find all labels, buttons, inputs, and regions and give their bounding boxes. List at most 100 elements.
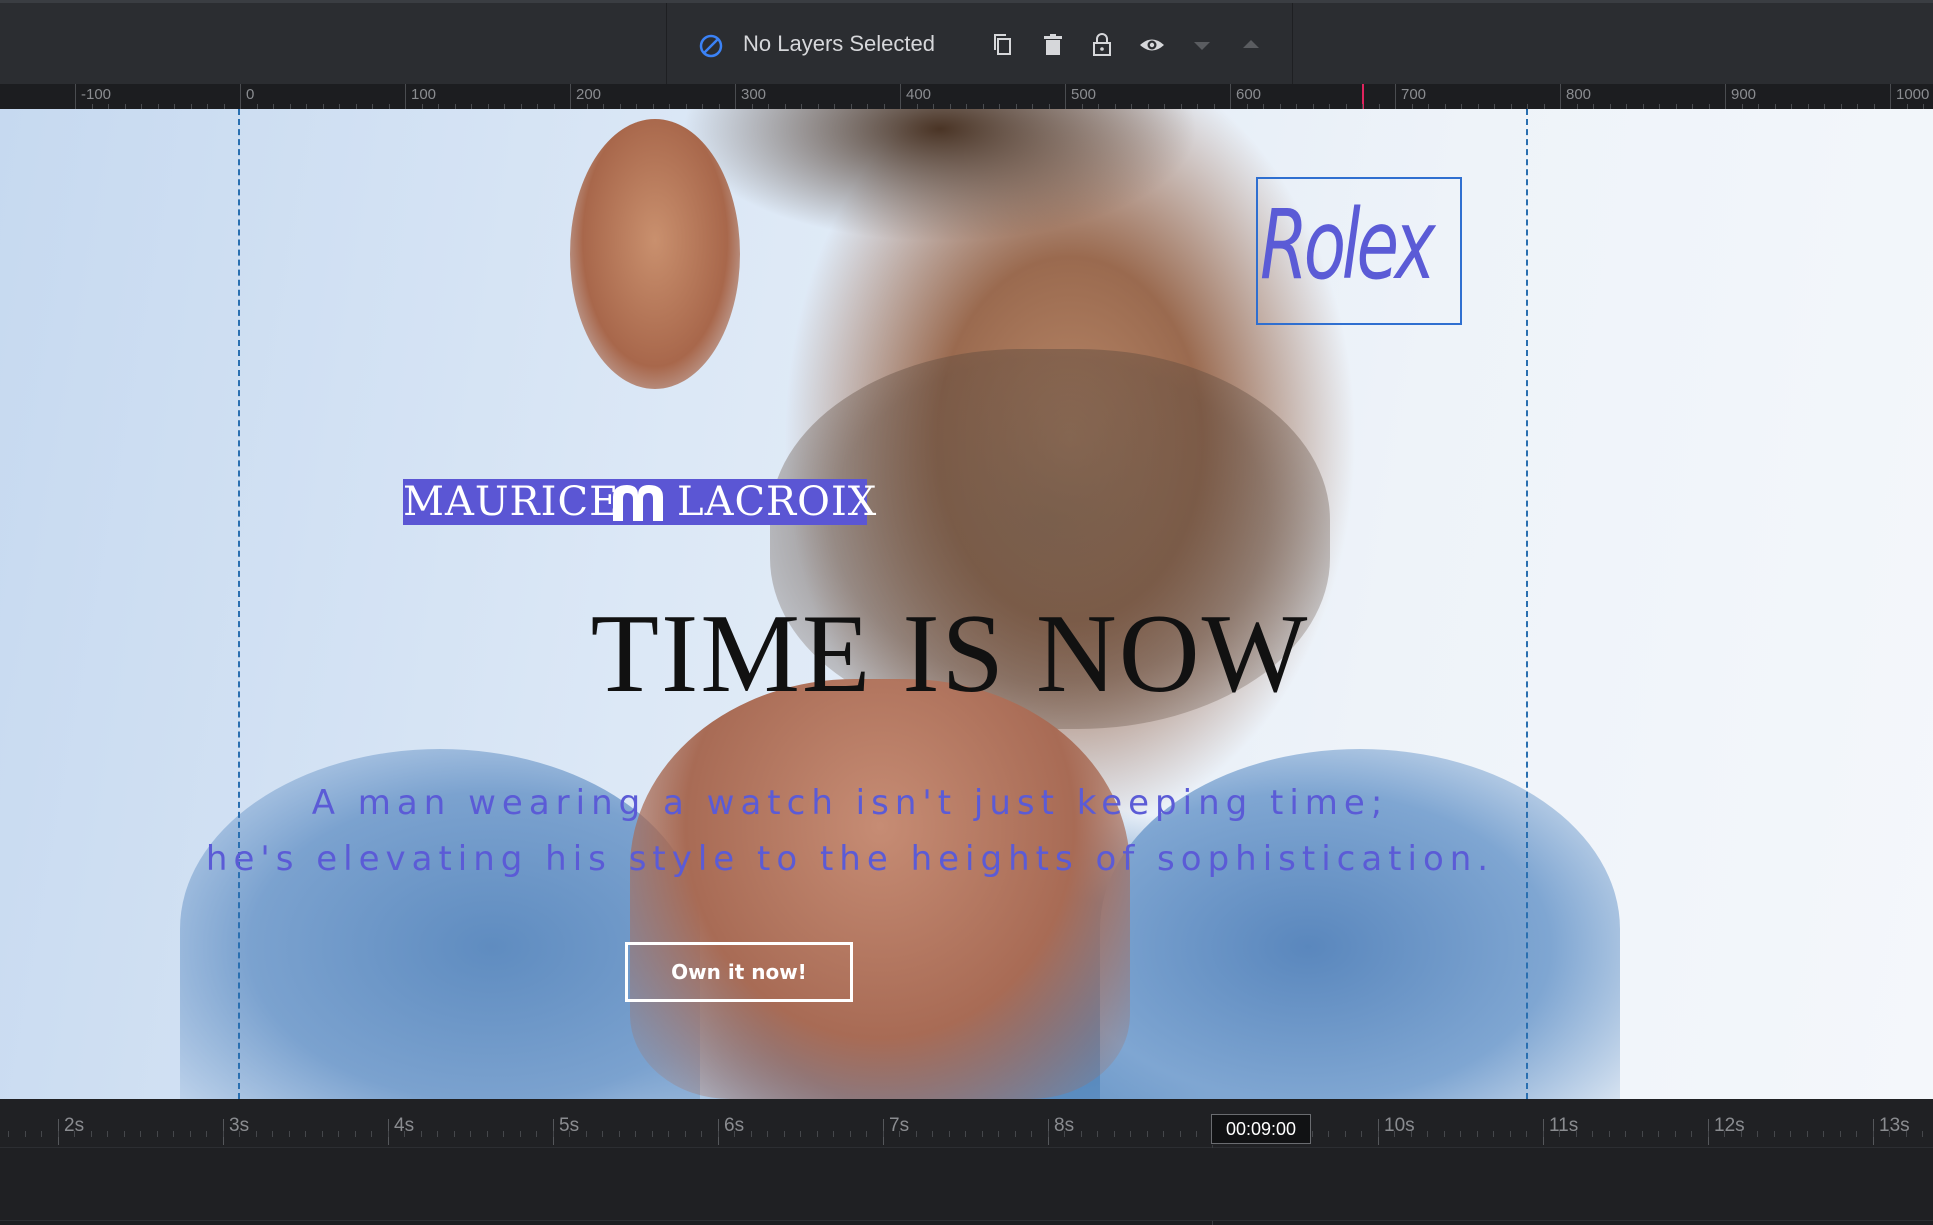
timeline-minor-tick bbox=[140, 1131, 141, 1137]
move-down-button[interactable] bbox=[1187, 30, 1217, 60]
timeline-minor-tick bbox=[1691, 1131, 1692, 1137]
timeline-minor-tick bbox=[585, 1131, 587, 1137]
timeline-minor-tick bbox=[899, 1131, 900, 1137]
maurice-lacroix-m-icon bbox=[613, 485, 663, 521]
lock-button[interactable] bbox=[1087, 30, 1117, 60]
timeline-minor-tick bbox=[1476, 1131, 1478, 1137]
timeline-minor-tick bbox=[321, 1131, 323, 1137]
timeline-minor-tick bbox=[965, 1131, 966, 1137]
timeline-minor-tick bbox=[833, 1131, 834, 1137]
timeline-minor-tick bbox=[651, 1131, 653, 1137]
timeline-minor-tick bbox=[107, 1131, 108, 1137]
timeline-minor-tick bbox=[1361, 1131, 1362, 1137]
timeline-minor-tick bbox=[701, 1131, 702, 1137]
lock-icon bbox=[1093, 33, 1111, 56]
ruler-major-tick bbox=[900, 84, 901, 109]
timeline-minor-tick bbox=[1179, 1131, 1181, 1137]
right-content-guide[interactable] bbox=[1526, 109, 1528, 1099]
timeline-minor-tick bbox=[635, 1131, 636, 1137]
timeline-minor-tick bbox=[915, 1131, 917, 1137]
timeline-minor-tick bbox=[684, 1131, 686, 1137]
move-up-button[interactable] bbox=[1236, 30, 1266, 60]
timeline-minor-tick bbox=[1113, 1131, 1115, 1137]
timeline-minor-tick bbox=[1394, 1131, 1395, 1137]
rolex-text-layer[interactable]: Rolex bbox=[1256, 177, 1462, 325]
logo-text-left: MAURICE bbox=[403, 479, 620, 525]
timeline-minor-tick bbox=[1460, 1131, 1461, 1137]
timeline-minor-tick bbox=[1658, 1131, 1659, 1137]
ruler-major-tick bbox=[1890, 84, 1891, 109]
ruler-label: 1000 bbox=[1896, 86, 1930, 103]
timeline-minor-tick bbox=[255, 1131, 257, 1137]
timeline-minor-tick bbox=[1757, 1131, 1758, 1137]
timeline-minor-tick bbox=[1839, 1131, 1841, 1137]
playhead-time[interactable]: 00:09:00 bbox=[1211, 1114, 1311, 1144]
timeline-label: 11s bbox=[1549, 1115, 1579, 1136]
slide-canvas[interactable]: Rolex MAURICE LACROIX TIME IS NOW A man … bbox=[0, 109, 1933, 1099]
background-photo-hand bbox=[630, 679, 1130, 1099]
timeline-minor-tick bbox=[387, 1131, 389, 1137]
maurice-lacroix-logo-layer[interactable]: MAURICE LACROIX bbox=[403, 479, 876, 525]
ruler-label: 700 bbox=[1401, 86, 1427, 103]
timeline-minor-tick bbox=[222, 1131, 224, 1137]
timeline-minor-tick bbox=[866, 1131, 867, 1137]
timeline-minor-tick bbox=[420, 1131, 422, 1137]
ruler-label: 100 bbox=[411, 86, 437, 103]
timeline-minor-tick bbox=[1311, 1131, 1313, 1137]
subtitle-text-layer[interactable]: A man wearing a watch isn't just keeping… bbox=[190, 775, 1510, 887]
timeline-minor-tick bbox=[981, 1131, 983, 1137]
timeline-minor-tick bbox=[288, 1131, 290, 1137]
timeline-panel: 2s 3s 4s 5s 6s 7s 8s 10s 11s 12s 13s 00:09:00 bbox=[0, 1099, 1933, 1225]
timeline-minor-tick bbox=[734, 1131, 735, 1137]
subtitle-line-2: he's elevating his style to the heights … bbox=[205, 839, 1495, 879]
timeline-minor-tick bbox=[1196, 1131, 1197, 1137]
ruler-major-tick bbox=[405, 84, 406, 109]
timeline-ruler[interactable]: 2s 3s 4s 5s 6s 7s 8s 10s 11s 12s 13s bbox=[0, 1099, 1933, 1148]
top-toolbar: No Layers Selected bbox=[0, 0, 1933, 87]
left-content-guide[interactable] bbox=[238, 109, 240, 1099]
timeline-track[interactable] bbox=[0, 1148, 1933, 1221]
duplicate-button[interactable] bbox=[988, 30, 1018, 60]
timeline-minor-tick bbox=[552, 1131, 554, 1137]
background-photo-ear bbox=[570, 119, 740, 389]
timeline-minor-tick bbox=[239, 1131, 240, 1137]
timeline-minor-tick bbox=[932, 1131, 933, 1137]
timeline-minor-tick bbox=[800, 1131, 801, 1137]
timeline-minor-tick bbox=[998, 1131, 999, 1137]
ruler-major-tick bbox=[735, 84, 736, 109]
timeline-minor-tick bbox=[1014, 1131, 1016, 1137]
timeline-minor-tick bbox=[1493, 1131, 1494, 1137]
timeline-minor-tick bbox=[1922, 1131, 1923, 1137]
timeline-minor-tick bbox=[57, 1131, 59, 1137]
timeline-minor-tick bbox=[1097, 1131, 1098, 1137]
ruler-major-tick bbox=[75, 84, 76, 109]
ruler-label: 800 bbox=[1566, 86, 1592, 103]
timeline-minor-tick bbox=[849, 1131, 851, 1137]
timeline-minor-tick bbox=[206, 1131, 207, 1137]
timeline-minor-tick bbox=[519, 1131, 521, 1137]
timeline-minor-tick bbox=[1080, 1131, 1082, 1137]
timeline-minor-tick bbox=[371, 1131, 372, 1137]
timeline-minor-tick bbox=[750, 1131, 752, 1137]
timeline-minor-tick bbox=[305, 1131, 306, 1137]
horizontal-ruler[interactable]: -100 0 100 200 300 400 500 600 700 800 900 1000 bbox=[0, 84, 1933, 109]
subtitle-line-1: A man wearing a watch isn't just keeping… bbox=[311, 783, 1389, 823]
delete-button[interactable] bbox=[1038, 30, 1068, 60]
own-it-now-button[interactable]: Own it now! bbox=[625, 942, 853, 1002]
timeline-minor-tick bbox=[1559, 1131, 1560, 1137]
timeline-minor-tick bbox=[1625, 1131, 1626, 1137]
visibility-icon bbox=[1140, 39, 1164, 51]
timeline-minor-tick bbox=[453, 1131, 455, 1137]
timeline-minor-tick bbox=[1509, 1131, 1511, 1137]
timeline-minor-tick bbox=[1047, 1131, 1049, 1137]
ruler-major-tick bbox=[1395, 84, 1396, 109]
timeline-minor-tick bbox=[1806, 1131, 1808, 1137]
timeline-minor-tick bbox=[1872, 1131, 1874, 1137]
headline-text-layer[interactable]: TIME IS NOW bbox=[450, 598, 1450, 710]
ruler-major-tick bbox=[1560, 84, 1561, 109]
timeline-minor-tick bbox=[1740, 1131, 1742, 1137]
delete-icon bbox=[1044, 34, 1062, 55]
visibility-button[interactable] bbox=[1137, 30, 1167, 60]
timeline-minor-tick bbox=[948, 1131, 950, 1137]
ruler-major-tick bbox=[570, 84, 571, 109]
